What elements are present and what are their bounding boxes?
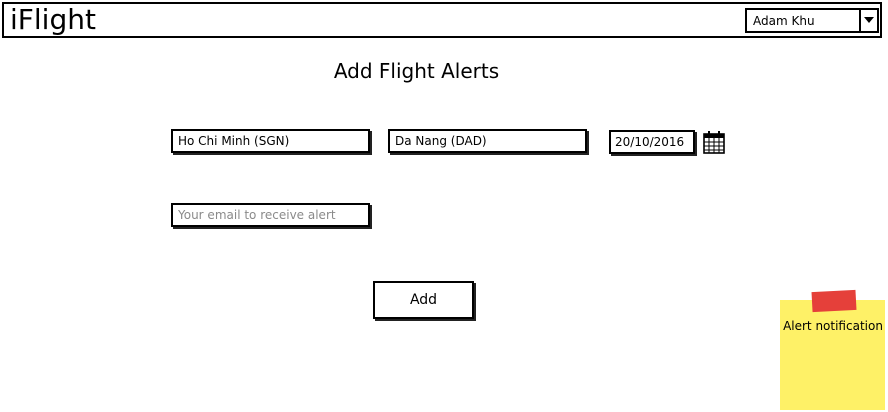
page-title: Add Flight Alerts (333, 59, 500, 83)
to-airport-input[interactable] (388, 129, 587, 153)
from-airport-input[interactable] (171, 129, 370, 153)
sticky-note-text: Alert notification (780, 318, 886, 334)
user-dropdown-value: Adam Khu (753, 14, 815, 28)
chevron-down-icon (864, 17, 874, 23)
email-input[interactable] (171, 203, 370, 227)
date-input[interactable] (609, 130, 695, 154)
add-button[interactable]: Add (373, 281, 474, 319)
app-title: iFlight (10, 3, 96, 36)
app-header: iFlight Adam Khu (2, 2, 882, 38)
sticky-note-tape (811, 289, 857, 313)
calendar-icon[interactable] (702, 130, 726, 154)
dropdown-arrow-button[interactable] (859, 10, 877, 31)
sticky-note-label: Alert notification (783, 319, 883, 333)
sticky-note: Alert notification (780, 289, 886, 410)
user-dropdown[interactable]: Adam Khu (745, 8, 879, 33)
